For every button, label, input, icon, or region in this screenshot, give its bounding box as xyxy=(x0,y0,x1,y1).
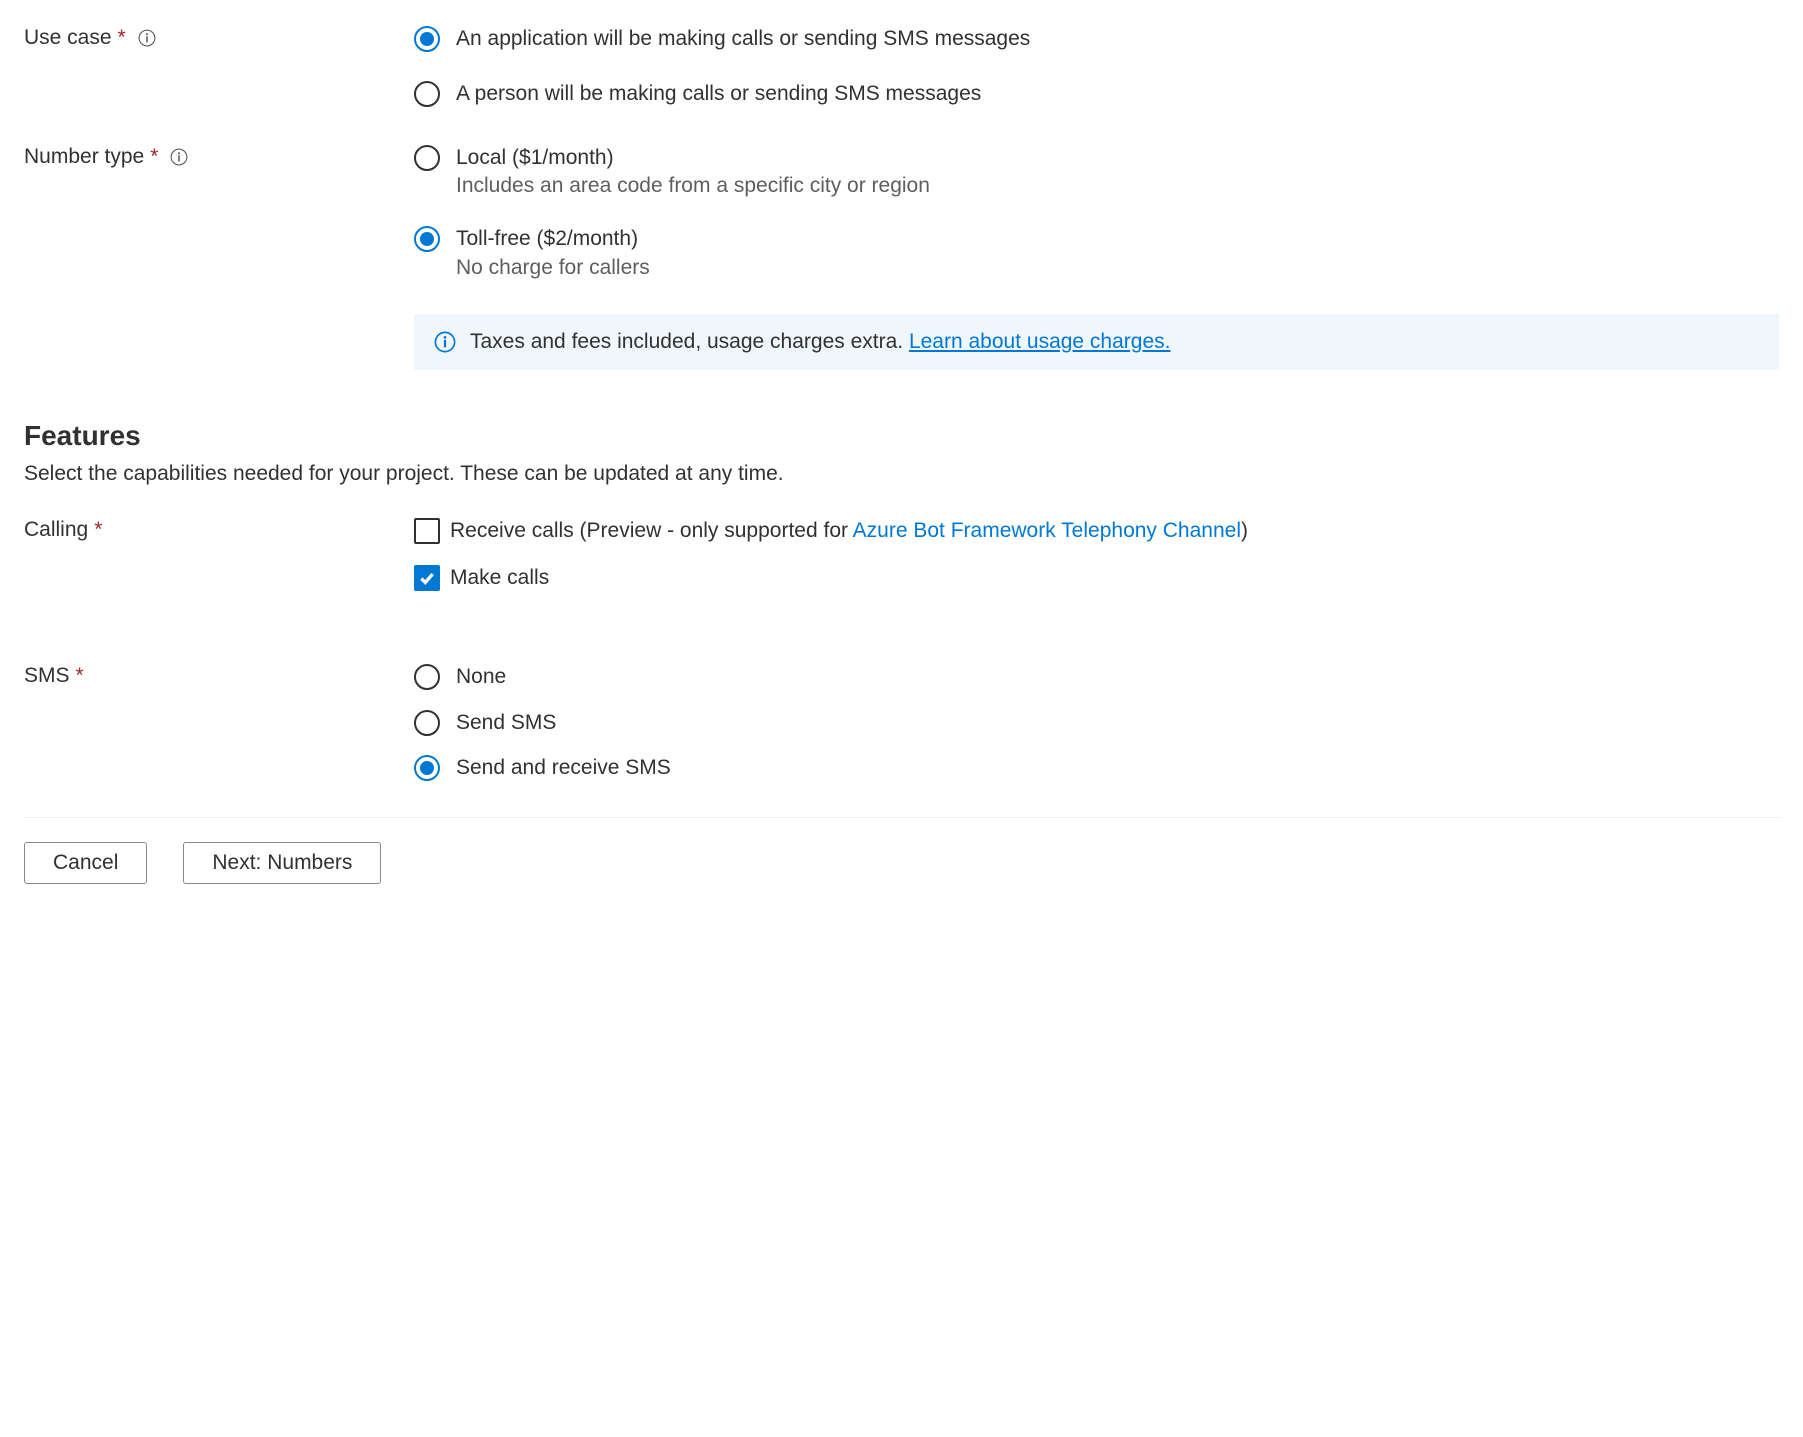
number-type-tollfree-sub: No charge for callers xyxy=(456,256,650,280)
pricing-info-box: Taxes and fees included, usage charges e… xyxy=(414,314,1779,370)
checkbox-checked-icon xyxy=(414,565,440,591)
info-icon[interactable] xyxy=(138,29,156,47)
required-asterisk: * xyxy=(118,26,126,50)
calling-options: Receive calls (Preview - only supported … xyxy=(414,516,1779,611)
required-asterisk: * xyxy=(76,664,84,688)
footer-buttons: Cancel Next: Numbers xyxy=(24,842,1779,884)
number-type-row: Number type * Local ($1/month) Includes … xyxy=(24,143,1779,370)
usage-charges-link[interactable]: Learn about usage charges. xyxy=(909,330,1171,353)
calling-label: Calling * xyxy=(24,516,414,542)
sms-send-label: Send SMS xyxy=(456,708,556,737)
use-case-options: An application will be making calls or s… xyxy=(414,24,1779,109)
next-button[interactable]: Next: Numbers xyxy=(183,842,381,884)
calling-make-option[interactable]: Make calls xyxy=(414,563,1779,592)
cancel-button[interactable]: Cancel xyxy=(24,842,147,884)
sms-none-option[interactable]: None xyxy=(414,662,1779,691)
number-type-label: Number type * xyxy=(24,143,414,169)
required-asterisk: * xyxy=(150,145,158,169)
use-case-label: Use case * xyxy=(24,24,414,50)
calling-make-label: Make calls xyxy=(450,563,549,592)
sms-send-option[interactable]: Send SMS xyxy=(414,708,1779,737)
info-icon xyxy=(434,331,456,353)
calling-label-text: Calling xyxy=(24,518,88,542)
radio-selected-icon xyxy=(414,755,440,781)
radio-selected-icon xyxy=(414,26,440,52)
info-icon[interactable] xyxy=(170,148,188,166)
use-case-person-label: A person will be making calls or sending… xyxy=(456,79,981,108)
checkbox-unchecked-icon xyxy=(414,518,440,544)
sms-send-receive-option[interactable]: Send and receive SMS xyxy=(414,753,1779,782)
radio-selected-icon xyxy=(414,226,440,252)
footer-divider xyxy=(24,817,1779,818)
number-type-label-text: Number type xyxy=(24,145,144,169)
number-type-local-title: Local ($1/month) xyxy=(456,143,930,172)
number-type-tollfree-option[interactable]: Toll-free ($2/month) No charge for calle… xyxy=(414,224,1779,279)
features-description: Select the capabilities needed for your … xyxy=(24,462,1779,486)
use-case-application-option[interactable]: An application will be making calls or s… xyxy=(414,24,1779,53)
number-type-options: Local ($1/month) Includes an area code f… xyxy=(414,143,1779,370)
azure-bot-framework-link[interactable]: Azure Bot Framework Telephony Channel xyxy=(853,519,1241,542)
calling-receive-suffix: ) xyxy=(1241,519,1248,542)
sms-none-label: None xyxy=(456,662,506,691)
radio-unselected-icon xyxy=(414,145,440,171)
radio-unselected-icon xyxy=(414,81,440,107)
sms-send-receive-label: Send and receive SMS xyxy=(456,753,671,782)
radio-unselected-icon xyxy=(414,664,440,690)
sms-label-text: SMS xyxy=(24,664,70,688)
calling-receive-option[interactable]: Receive calls (Preview - only supported … xyxy=(414,516,1779,545)
pricing-info-text: Taxes and fees included, usage charges e… xyxy=(470,330,1170,354)
sms-label: SMS * xyxy=(24,662,414,688)
radio-unselected-icon xyxy=(414,710,440,736)
sms-options: None Send SMS Send and receive SMS xyxy=(414,662,1779,782)
number-type-local-sub: Includes an area code from a specific ci… xyxy=(456,174,930,198)
number-type-local-option[interactable]: Local ($1/month) Includes an area code f… xyxy=(414,143,1779,198)
use-case-application-label: An application will be making calls or s… xyxy=(456,24,1030,53)
required-asterisk: * xyxy=(94,518,102,542)
use-case-row: Use case * An application will be making… xyxy=(24,24,1779,109)
number-type-tollfree-title: Toll-free ($2/month) xyxy=(456,224,650,253)
pricing-info-prefix: Taxes and fees included, usage charges e… xyxy=(470,330,909,353)
use-case-label-text: Use case xyxy=(24,26,112,50)
features-heading: Features xyxy=(24,420,1779,452)
calling-row: Calling * Receive calls (Preview - only … xyxy=(24,516,1779,611)
calling-receive-prefix: Receive calls (Preview - only supported … xyxy=(450,519,853,542)
calling-receive-label: Receive calls (Preview - only supported … xyxy=(450,516,1248,545)
use-case-person-option[interactable]: A person will be making calls or sending… xyxy=(414,79,1779,108)
sms-row: SMS * None Send SMS Send and receive SMS xyxy=(24,662,1779,782)
